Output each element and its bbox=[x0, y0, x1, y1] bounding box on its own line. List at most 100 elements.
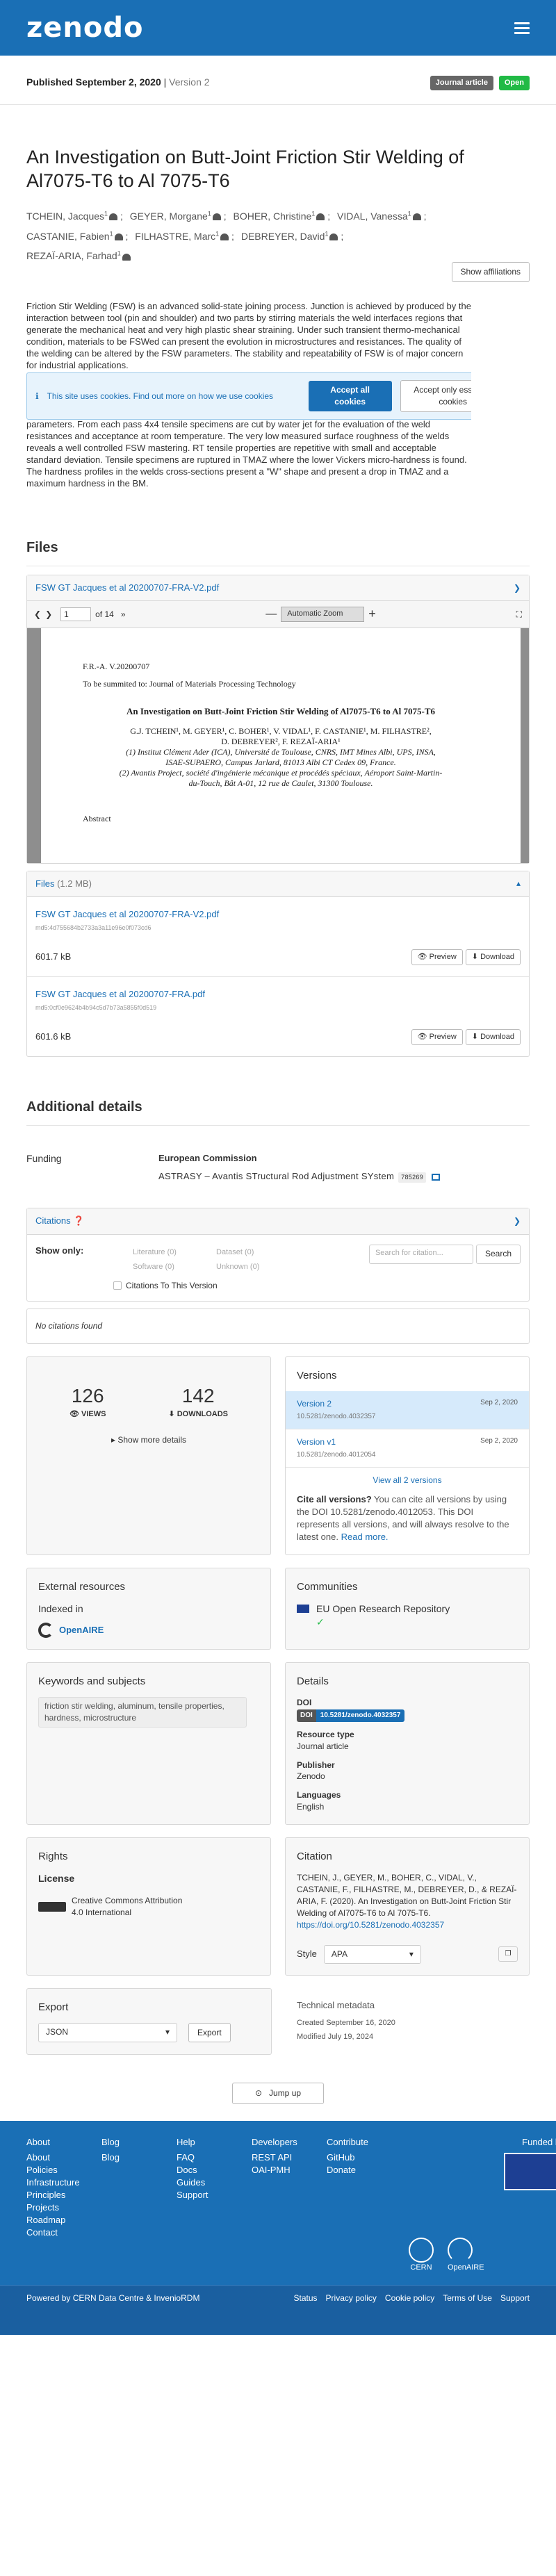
version-name[interactable]: Version v1 bbox=[297, 1436, 375, 1448]
footer-link[interactable]: Guides bbox=[177, 2176, 232, 2189]
footer-link[interactable]: Blog bbox=[101, 2151, 157, 2164]
preview-header[interactable]: FSW GT Jacques et al 20200707-FRA-V2.pdf… bbox=[27, 575, 529, 602]
show-affiliations-button[interactable]: Show affiliations bbox=[451, 262, 530, 283]
filter-dataset[interactable]: Dataset (0) bbox=[216, 1247, 293, 1258]
file-name-link[interactable]: FSW GT Jacques et al 20200707-FRA-V2.pdf bbox=[35, 908, 521, 921]
download-button[interactable]: ⬇ Download bbox=[465, 1028, 521, 1046]
pdf-viewer[interactable]: F.R.-A. V.20200707 To be summited to: Jo… bbox=[27, 627, 529, 863]
zoom-out-icon[interactable]: — bbox=[265, 607, 277, 622]
footer-link[interactable]: Donate bbox=[327, 2164, 382, 2176]
author-affiliation-number: 1 bbox=[109, 230, 113, 238]
author-name[interactable]: BOHER, Christine bbox=[233, 211, 311, 222]
author-name[interactable]: VIDAL, Vanessa bbox=[337, 211, 408, 222]
footer-bottom-link[interactable]: Support bbox=[500, 2293, 530, 2303]
footer-link[interactable]: REST API bbox=[252, 2151, 307, 2164]
pdf-more-icon[interactable]: » bbox=[121, 609, 126, 621]
cookie-text[interactable]: This site uses cookies. Find out more on… bbox=[47, 391, 300, 402]
footer-link[interactable]: Policies bbox=[26, 2164, 82, 2176]
footer-link[interactable]: FAQ bbox=[177, 2151, 232, 2164]
chevron-up-icon[interactable]: ▴ bbox=[516, 878, 521, 889]
footer-bottom-link[interactable]: Terms of Use bbox=[443, 2293, 492, 2303]
footer-column-heading[interactable]: Developers bbox=[252, 2136, 307, 2149]
license-item[interactable]: Creative Commons Attribution 4.0 Interna… bbox=[38, 1895, 259, 1919]
footer-link[interactable]: Projects bbox=[26, 2201, 82, 2214]
zoom-in-icon[interactable]: + bbox=[368, 605, 376, 623]
show-more-details[interactable]: ▸ Show more details bbox=[38, 1434, 259, 1446]
download-button[interactable]: ⬇ Download bbox=[465, 949, 521, 965]
footer-column-heading[interactable]: About bbox=[26, 2136, 82, 2149]
version-row[interactable]: Version 2 10.5281/zenodo.4032357 Sep 2, 20… bbox=[286, 1391, 529, 1429]
chevron-right-icon[interactable]: ❯ bbox=[514, 582, 521, 594]
preview-button[interactable]: 👁 Preview bbox=[411, 949, 463, 965]
author-item[interactable]: VIDAL, Vanessa1 ; bbox=[337, 210, 426, 222]
accept-all-cookies-button[interactable]: Accept all cookies bbox=[308, 381, 392, 412]
citations-header[interactable]: Citations ❓ ❯ bbox=[27, 1208, 529, 1235]
footer-link[interactable]: Infrastructure bbox=[26, 2176, 82, 2189]
author-name[interactable]: CASTANIE, Fabien bbox=[26, 231, 110, 242]
cern-logo-icon[interactable] bbox=[409, 2238, 434, 2263]
view-all-versions-link[interactable]: View all 2 versions bbox=[373, 1475, 441, 1485]
openaire-link[interactable]: OpenAIRE bbox=[38, 1623, 259, 1639]
prev-page-icon[interactable]: ❮ bbox=[34, 609, 41, 621]
author-item[interactable]: BOHER, Christine1 ; bbox=[233, 210, 330, 222]
author-item[interactable]: CASTANIE, Fabien1 ; bbox=[26, 230, 128, 242]
jump-up-button[interactable]: ⊙ Jump up bbox=[232, 2082, 324, 2104]
footer-link[interactable]: Roadmap bbox=[26, 2214, 82, 2226]
fullscreen-icon[interactable]: ⛶ bbox=[516, 609, 522, 621]
version-name[interactable]: Version 2 bbox=[297, 1398, 375, 1410]
filter-software[interactable]: Software (0) bbox=[133, 1262, 209, 1272]
footer-link[interactable]: Principles bbox=[26, 2189, 82, 2201]
author-name[interactable]: DEBREYER, David bbox=[241, 231, 325, 242]
footer-link[interactable]: About bbox=[26, 2151, 82, 2164]
preview-button[interactable]: 👁 Preview bbox=[411, 1028, 463, 1046]
footer-link[interactable]: Support bbox=[177, 2189, 232, 2201]
footer-column-heading[interactable]: Contribute bbox=[327, 2136, 382, 2149]
footer-column-heading[interactable]: Help bbox=[177, 2136, 232, 2149]
author-item[interactable]: FILHASTRE, Marc1 ; bbox=[135, 230, 234, 242]
external-link-icon[interactable] bbox=[432, 1173, 441, 1181]
keyword-tag[interactable]: friction stir welding, aluminum, tensile… bbox=[38, 1697, 247, 1728]
menu-icon[interactable] bbox=[514, 22, 530, 34]
version-row[interactable]: Version v1 10.5281/zenodo.4012054 Sep 2, 2… bbox=[286, 1429, 529, 1468]
next-page-icon[interactable]: ❯ bbox=[45, 609, 52, 621]
doi-badge[interactable]: DOI 10.5281/zenodo.4032357 bbox=[297, 1709, 405, 1722]
footer-bottom-link[interactable]: Status bbox=[294, 2293, 318, 2303]
footer-link[interactable]: OAI-PMH bbox=[252, 2164, 307, 2176]
citation-doi-link[interactable]: https://doi.org/10.5281/zenodo.4032357 bbox=[297, 1920, 444, 1930]
file-name-link[interactable]: FSW GT Jacques et al 20200707-FRA.pdf bbox=[35, 988, 521, 1001]
author-item[interactable]: TCHEIN, Jacques1 ; bbox=[26, 210, 123, 222]
zenodo-logo[interactable]: zenodo bbox=[26, 8, 143, 47]
preview-file-name[interactable]: FSW GT Jacques et al 20200707-FRA-V2.pdf bbox=[35, 582, 219, 594]
chevron-right-icon[interactable]: ❯ bbox=[514, 1215, 521, 1227]
style-select[interactable]: APA ▾ bbox=[323, 1944, 421, 1964]
author-name[interactable]: GEYER, Morgane bbox=[130, 211, 208, 222]
export-button[interactable]: Export bbox=[188, 2022, 231, 2043]
files-list-header[interactable]: Files (1.2 MB) ▴ bbox=[27, 871, 529, 897]
filter-unknown[interactable]: Unknown (0) bbox=[216, 1262, 293, 1272]
author-item[interactable]: DEBREYER, David1 ; bbox=[241, 230, 343, 242]
help-icon[interactable]: ❓ bbox=[73, 1215, 84, 1226]
export-format-select[interactable]: JSON ▾ bbox=[38, 2022, 177, 2043]
footer-link[interactable]: Docs bbox=[177, 2164, 232, 2176]
to-version-checkbox[interactable] bbox=[113, 1281, 122, 1290]
author-name[interactable]: REZAÏ-ARIA, Farhad bbox=[26, 250, 117, 261]
zoom-select[interactable]: Automatic Zoom bbox=[281, 607, 365, 622]
footer-bottom-link[interactable]: Cookie policy bbox=[385, 2293, 434, 2303]
author-item[interactable]: REZAÏ-ARIA, Farhad1 bbox=[26, 250, 131, 261]
citation-search-button[interactable]: Search bbox=[475, 1244, 521, 1264]
openaire-logo-icon[interactable] bbox=[448, 2238, 473, 2263]
footer-column-heading[interactable]: Blog bbox=[101, 2136, 157, 2149]
accept-essential-cookies-button[interactable]: Accept only essential cookies bbox=[400, 380, 471, 413]
author-item[interactable]: GEYER, Morgane1 ; bbox=[130, 210, 227, 222]
page-number-input[interactable]: 1 bbox=[60, 607, 92, 622]
citation-search-input[interactable]: Search for citation... bbox=[368, 1244, 473, 1264]
community-item[interactable]: EU Open Research Repository bbox=[297, 1602, 518, 1616]
footer-link[interactable]: Contact bbox=[26, 2226, 82, 2239]
footer-bottom-link[interactable]: Privacy policy bbox=[326, 2293, 377, 2303]
filter-literature[interactable]: Literature (0) bbox=[133, 1247, 209, 1258]
footer-link[interactable]: GitHub bbox=[327, 2151, 382, 2164]
copy-icon[interactable]: ❐ bbox=[498, 1946, 518, 1962]
read-more-link[interactable]: Read more. bbox=[341, 1532, 389, 1542]
author-name[interactable]: FILHASTRE, Marc bbox=[135, 231, 215, 242]
author-name[interactable]: TCHEIN, Jacques bbox=[26, 211, 104, 222]
